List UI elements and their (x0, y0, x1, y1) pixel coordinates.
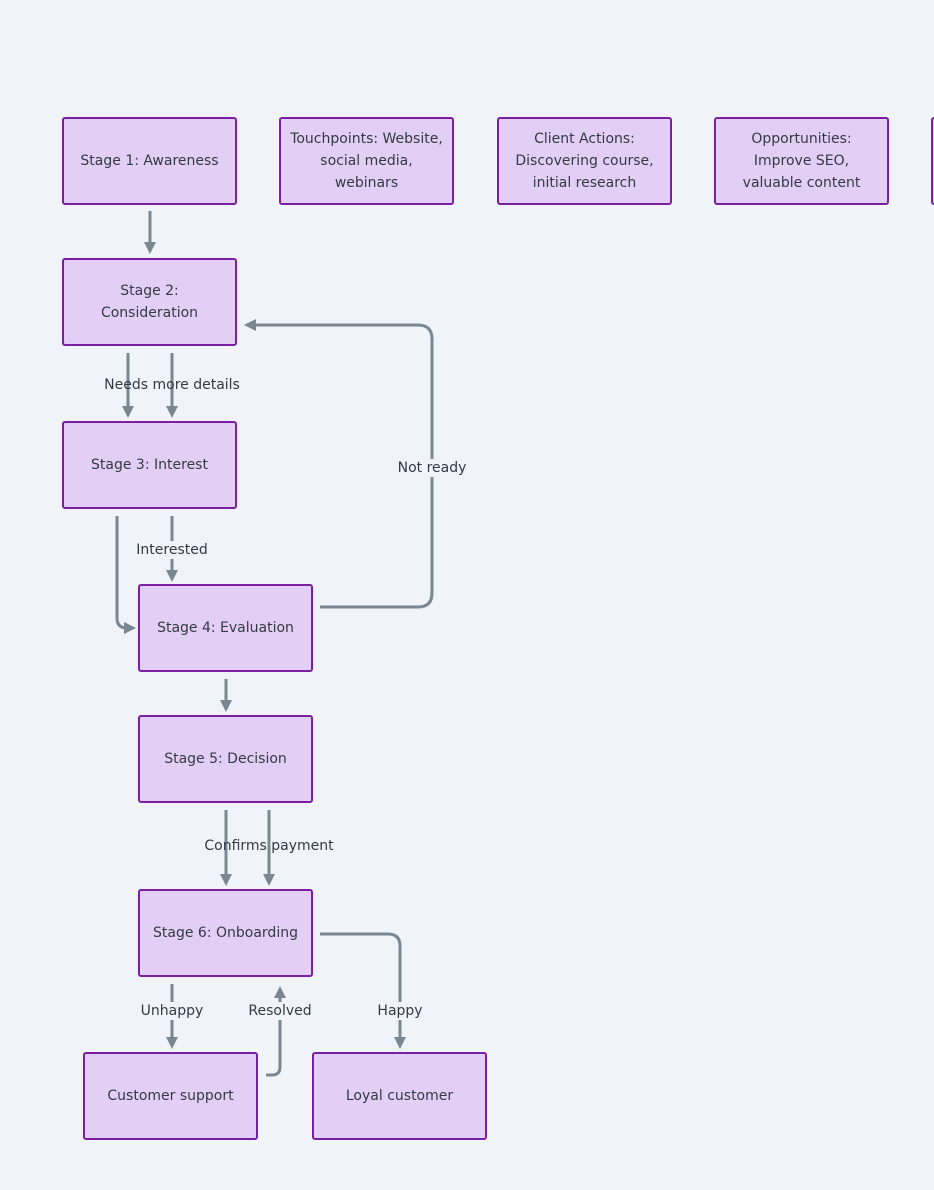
node-stage6-onboarding[interactable]: Stage 6: Onboarding (138, 889, 313, 977)
node-client-actions[interactable]: Client Actions: Discovering course, init… (497, 117, 672, 205)
edge-stage6-loyal (320, 932, 406, 1049)
node-stage1-awareness[interactable]: Stage 1: Awareness (62, 117, 237, 205)
node-loyal-customer[interactable]: Loyal customer (312, 1052, 487, 1140)
node-stage3-interest[interactable]: Stage 3: Interest (62, 421, 237, 509)
node-stage5-decision[interactable]: Stage 5: Decision (138, 715, 313, 803)
node-opportunities[interactable]: Opportunities: Improve SEO, valuable con… (714, 117, 889, 205)
edge-label-happy: Happy (376, 1002, 424, 1020)
edge-label-confirms-payment: Confirms payment (204, 838, 334, 854)
node-stage2-consideration[interactable]: Stage 2: Consideration (62, 258, 237, 346)
node-customer-support[interactable]: Customer support (83, 1052, 258, 1140)
edge-label-resolved: Resolved (247, 1002, 313, 1020)
edge-label-unhappy: Unhappy (139, 1002, 205, 1020)
edge-label-not-ready: Not ready (396, 459, 468, 477)
node-stage4-evaluation[interactable]: Stage 4: Evaluation (138, 584, 313, 672)
edge-label-needs-more-details: Needs more details (104, 377, 240, 393)
flowchart-canvas: Stage 1: Awareness Touchpoints: Website,… (0, 0, 934, 1190)
edge-stage3-stage4 (115, 516, 136, 634)
node-touchpoints[interactable]: Touchpoints: Website, social media, webi… (279, 117, 454, 205)
edge-label-interested: Interested (135, 541, 209, 559)
